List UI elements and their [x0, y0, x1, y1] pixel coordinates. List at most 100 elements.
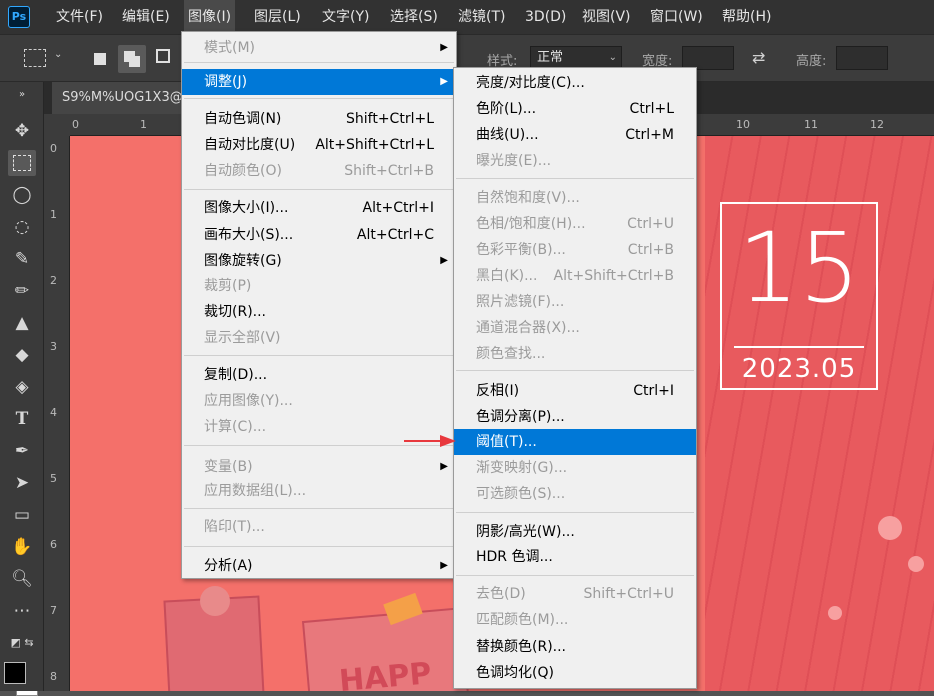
quick-selection-tool-icon[interactable]: ◌: [8, 214, 36, 240]
adjust-menu-item[interactable]: 照片滤镜(F)...: [454, 289, 696, 315]
adjust-menu-item[interactable]: 色调均化(Q): [454, 660, 696, 686]
brush-tool-icon[interactable]: ✏: [8, 278, 36, 304]
image-menu-item[interactable]: 图像大小(I)... Alt+Ctrl+I: [182, 195, 456, 221]
date-day: 15: [737, 212, 861, 324]
image-menu-item[interactable]: 模式(M) ▶: [182, 35, 456, 61]
image-menu-item[interactable]: 自动对比度(U) Alt+Shift+Ctrl+L: [182, 132, 456, 158]
adjust-menu-item[interactable]: 去色(D) Shift+Ctrl+U: [454, 581, 696, 607]
eraser-tool-icon[interactable]: ◆: [8, 342, 36, 368]
adjust-menu-item[interactable]: 色调分离(P)...: [454, 404, 696, 430]
hand-tool-icon[interactable]: ✋: [8, 534, 36, 560]
ruler-tick-label: 2: [50, 274, 57, 287]
menu-image[interactable]: 图像(I): [184, 0, 236, 34]
menu-select[interactable]: 选择(S): [386, 0, 442, 34]
image-menu-item[interactable]: 分析(A) ▶: [182, 553, 456, 579]
move-tool-icon[interactable]: ✥: [8, 118, 36, 144]
marquee-tool-preset-icon[interactable]: [24, 49, 46, 67]
image-menu-item[interactable]: 裁切(R)...: [182, 299, 456, 325]
adjust-menu-item-threshold[interactable]: 阈值(T)...: [454, 429, 696, 455]
collapse-panel-icon[interactable]: »: [8, 82, 36, 108]
image-menu-item[interactable]: 应用图像(Y)...: [182, 388, 456, 414]
adjust-menu-item[interactable]: 替换颜色(R)...: [454, 634, 696, 660]
chevron-down-icon[interactable]: ⌄: [54, 49, 62, 60]
tools-panel: » ✥ ◯ ◌ ✎ ✏ ▲ ◆ ◈ T ✒ ➤ ▭ ✋ 🔍︎ ⋯ ◩ ⇆: [0, 82, 44, 696]
adjust-menu-item[interactable]: 渐变映射(G)...: [454, 455, 696, 481]
path-selection-tool-icon[interactable]: ➤: [8, 470, 36, 496]
new-selection-icon[interactable]: [94, 53, 106, 65]
image-menu-item[interactable]: 画布大小(S)... Alt+Ctrl+C: [182, 222, 456, 248]
lasso-tool-icon[interactable]: ◯: [8, 182, 36, 208]
adjust-menu-item[interactable]: HDR 色调...: [454, 544, 696, 570]
stamp-tool-icon[interactable]: ▲: [8, 310, 36, 336]
menu-item-label: 自动对比度(U): [204, 137, 296, 153]
swap-icon[interactable]: ⇄: [752, 48, 765, 67]
image-menu-item[interactable]: 复制(D)...: [182, 362, 456, 388]
image-menu-item[interactable]: 调整(J) ▶: [182, 69, 456, 95]
menu-filter[interactable]: 滤镜(T): [454, 0, 509, 34]
image-menu-item[interactable]: 陷印(T)...: [182, 514, 456, 540]
image-menu-item[interactable]: 变量(B) ▶: [182, 454, 456, 480]
flower-decoration: [828, 606, 842, 620]
adjust-menu-item[interactable]: 阴影/高光(W)...: [454, 519, 696, 545]
image-menu-item[interactable]: 自动颜色(O) Shift+Ctrl+B: [182, 158, 456, 184]
menu-window[interactable]: 窗口(W): [646, 0, 707, 34]
adjust-menu-item[interactable]: 通道混合器(X)...: [454, 315, 696, 341]
image-menu-item[interactable]: 显示全部(V): [182, 325, 456, 351]
height-input[interactable]: [836, 46, 888, 70]
image-menu-item[interactable]: 图像旋转(G) ▶: [182, 248, 456, 274]
pen-tool-icon[interactable]: ✒: [8, 438, 36, 464]
date-divider: [734, 346, 864, 348]
menu-item-shortcut: Ctrl+U: [627, 216, 674, 232]
menu-type[interactable]: 文字(Y): [318, 0, 373, 34]
menu-separator: [456, 178, 694, 179]
menu-item-label: 曝光度(E)...: [476, 153, 552, 169]
adjust-menu-item[interactable]: 色相/饱和度(H)... Ctrl+U: [454, 211, 696, 237]
menu-item-label: 色彩平衡(B)...: [476, 242, 566, 258]
adjust-menu-item[interactable]: 黑白(K)... Alt+Shift+Ctrl+B: [454, 263, 696, 289]
eyedropper-tool-icon[interactable]: ✎: [8, 246, 36, 272]
marquee-tool-icon[interactable]: [8, 150, 36, 176]
menu-layer[interactable]: 图层(L): [250, 0, 305, 34]
menu-3d[interactable]: 3D(D): [521, 0, 570, 34]
paint-bucket-tool-icon[interactable]: ◈: [8, 374, 36, 400]
subtract-selection-icon[interactable]: [156, 49, 170, 63]
rectangle-tool-icon[interactable]: ▭: [8, 502, 36, 528]
menu-separator: [456, 512, 694, 513]
add-to-selection-icon[interactable]: [118, 45, 146, 73]
menu-item-label: 色调分离(P)...: [476, 409, 565, 425]
photoshop-logo-icon: Ps: [8, 6, 30, 28]
document-tab[interactable]: S9%M%UOG1X3@: [52, 82, 192, 114]
menu-view[interactable]: 视图(V): [578, 0, 635, 34]
menu-edit[interactable]: 编辑(E): [118, 0, 174, 34]
adjust-menu-item[interactable]: 可选颜色(S)...: [454, 481, 696, 507]
menu-file[interactable]: 文件(F): [52, 0, 107, 34]
adjust-menu-item[interactable]: 匹配颜色(M)...: [454, 607, 696, 633]
adjust-menu-item[interactable]: 自然饱和度(V)...: [454, 185, 696, 211]
menu-item-label: HDR 色调...: [476, 549, 553, 565]
adjust-menu-item[interactable]: 曲线(U)... Ctrl+M: [454, 122, 696, 148]
type-tool-icon[interactable]: T: [8, 406, 36, 432]
foreground-color-swatch[interactable]: [4, 662, 26, 684]
more-tools-icon[interactable]: ⋯: [8, 598, 36, 624]
adjust-menu-item[interactable]: 色阶(L)... Ctrl+L: [454, 96, 696, 122]
menu-item-label: 颜色查找...: [476, 346, 546, 362]
menu-item-label: 渐变映射(G)...: [476, 460, 568, 476]
menu-item-label: 色相/饱和度(H)...: [476, 216, 586, 232]
image-menu-item[interactable]: 应用数据组(L)...: [182, 478, 456, 504]
menu-help[interactable]: 帮助(H): [718, 0, 775, 34]
zoom-tool-icon[interactable]: 🔍︎: [8, 566, 36, 592]
image-menu-item[interactable]: 自动色调(N) Shift+Ctrl+L: [182, 106, 456, 132]
menu-item-label: 可选颜色(S)...: [476, 486, 566, 502]
adjust-menu-item[interactable]: 颜色查找...: [454, 341, 696, 367]
menu-item-label: 反相(I): [476, 383, 520, 399]
menu-item-label: 去色(D): [476, 586, 526, 602]
adjust-menu-item[interactable]: 曝光度(E)...: [454, 148, 696, 174]
image-menu-item[interactable]: 裁剪(P): [182, 273, 456, 299]
adjust-menu-item[interactable]: 反相(I) Ctrl+I: [454, 378, 696, 404]
default-colors-icon[interactable]: ◩ ⇆: [8, 630, 36, 656]
adjust-menu-item[interactable]: 色彩平衡(B)... Ctrl+B: [454, 237, 696, 263]
adjust-menu-item[interactable]: 亮度/对比度(C)...: [454, 70, 696, 96]
menu-bar: Ps 文件(F) 编辑(E) 图像(I) 图层(L) 文字(Y) 选择(S) 滤…: [0, 0, 934, 34]
menu-item-label: 色调均化(Q): [476, 665, 554, 681]
submenu-arrow-icon: ▶: [440, 255, 448, 266]
